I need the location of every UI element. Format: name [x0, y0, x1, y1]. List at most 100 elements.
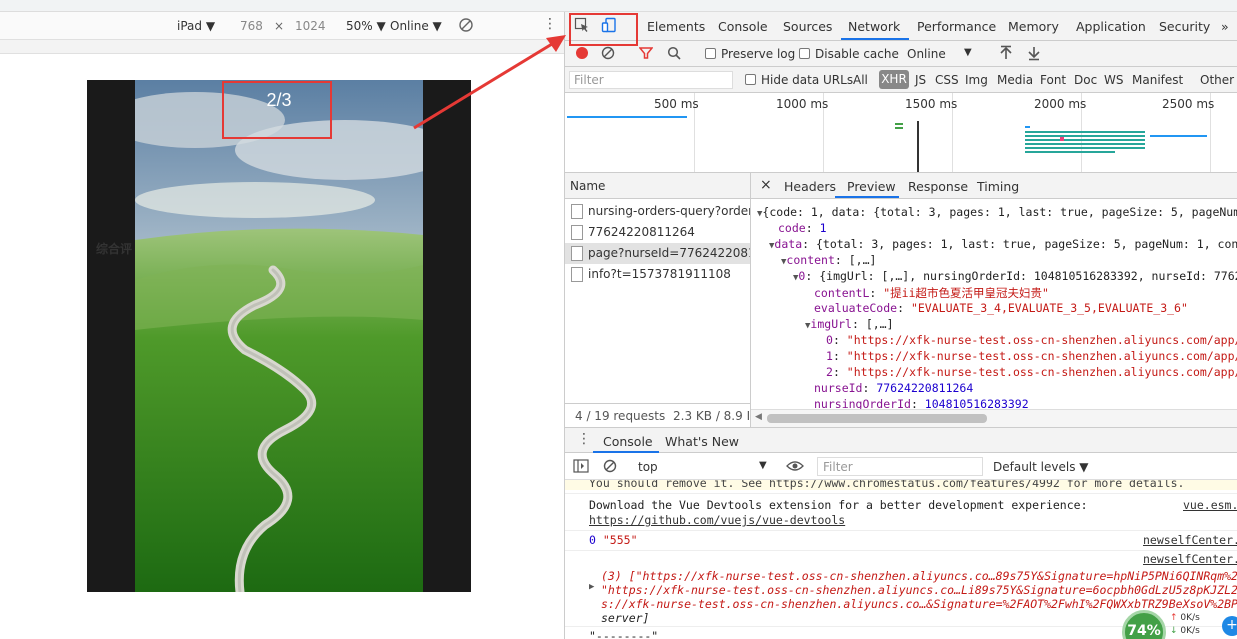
preview-tree-line[interactable]: ▼{code: 1, data: {total: 3, pages: 1, la…	[757, 205, 1237, 219]
network-throttle-select[interactable]: Online ▼	[390, 19, 442, 33]
import-har-icon[interactable]	[999, 45, 1013, 64]
speed-widget-rates: ↑ 0K/s ↓ 0K/s	[1170, 613, 1200, 636]
waterfall-bar	[567, 116, 687, 118]
tick-label: 2500 ms	[1162, 97, 1215, 111]
device-ruler	[0, 40, 564, 54]
preview-tree-line: 0: "https://xfk-nurse-test.oss-cn-shenzh…	[826, 333, 1237, 347]
filter-type-font[interactable]: Font	[1040, 73, 1066, 87]
throttle-select[interactable]: Online	[907, 47, 946, 61]
tick-label: 2000 ms	[1034, 97, 1087, 111]
request-row[interactable]: 77624220811264	[565, 222, 750, 243]
context-select[interactable]: top	[638, 460, 658, 474]
filter-type-ws[interactable]: WS	[1104, 73, 1123, 87]
summary-count: 4 / 19 requests	[575, 409, 666, 423]
requests-name-header[interactable]: Name	[565, 173, 751, 199]
waterfall-bar	[1025, 139, 1145, 141]
hide-data-urls-checkbox[interactable]: Hide data URLs	[745, 73, 853, 87]
export-har-icon[interactable]	[1027, 45, 1041, 64]
clear-console-icon[interactable]	[603, 459, 617, 476]
device-select[interactable]: iPad ▼	[177, 19, 215, 33]
filter-type-all[interactable]: All	[853, 73, 868, 87]
preview-tree-line[interactable]: ▼data: {total: 3, pages: 1, last: true, …	[769, 237, 1237, 251]
requests-summary: 4 / 19 requests 2.3 KB / 8.9 MB	[565, 403, 751, 427]
annotation-box-counter	[222, 81, 332, 139]
request-row[interactable]: page?nurseId=7762422081...	[565, 243, 750, 264]
preserve-log-checkbox[interactable]: Preserve log	[705, 47, 795, 61]
context-caret[interactable]: ▼	[759, 460, 767, 471]
tick-label: 500 ms	[654, 97, 699, 111]
active-tab-indicator	[841, 38, 909, 40]
scrollbar-thumb[interactable]	[767, 414, 987, 423]
file-icon	[571, 246, 583, 261]
filter-type-other[interactable]: Other	[1200, 73, 1234, 87]
preview-tree-line[interactable]: ▼0: {imgUrl: [,…], nursingOrderId: 10481…	[793, 269, 1237, 283]
source-link[interactable]: newselfCenter.v	[1143, 552, 1237, 566]
log-levels-select[interactable]: Default levels ▼	[993, 460, 1089, 474]
waterfall-bar	[1150, 135, 1207, 137]
clear-icon[interactable]	[601, 46, 615, 63]
response-preview-tree[interactable]: ▼{code: 1, data: {total: 3, pages: 1, la…	[751, 199, 1237, 409]
device-screen: 综合评 2/3	[87, 80, 471, 592]
device-height-input[interactable]: 1024	[295, 19, 326, 33]
tab-network[interactable]: Network	[848, 19, 900, 34]
request-row[interactable]: info?t=1573781911108	[565, 264, 750, 285]
request-row[interactable]: nursing-orders-query?order...	[565, 201, 750, 222]
network-filter-bar: Filter Hide data URLs All XHR JS CSS Img…	[565, 67, 1237, 93]
tab-response[interactable]: Response	[908, 179, 968, 194]
landscape-photo[interactable]: 2/3	[135, 80, 423, 592]
eye-icon[interactable]	[786, 459, 804, 476]
console-filter-input[interactable]: Filter	[817, 457, 983, 476]
filter-type-css[interactable]: CSS	[935, 73, 959, 87]
console-link[interactable]: https://github.com/vuejs/vue-devtools	[589, 513, 845, 527]
disable-cache-checkbox[interactable]: Disable cache	[799, 47, 899, 61]
filter-funnel-icon[interactable]	[638, 46, 654, 63]
source-link[interactable]: newselfCenter.v	[1143, 533, 1237, 547]
scroll-left-icon[interactable]: ◀	[755, 412, 762, 422]
preview-horizontal-scrollbar[interactable]: ◀	[751, 409, 1237, 427]
filter-type-js[interactable]: JS	[915, 73, 926, 87]
console-array-line: "https://xfk-nurse-test.oss-cn-shenzhen.…	[601, 583, 1237, 597]
tab-memory[interactable]: Memory	[1008, 19, 1059, 34]
network-toolbar: Preserve log Disable cache Online ▼	[565, 41, 1237, 67]
plus-icon[interactable]: +	[1222, 616, 1237, 636]
sidebar-toggle-icon[interactable]	[573, 459, 589, 476]
drawer-menu-icon[interactable]: ⋮	[577, 431, 591, 447]
preview-tree-line[interactable]: ▼imgUrl: [,…]	[805, 317, 894, 331]
console-array-line: (3) ["https://xfk-nurse-test.oss-cn-shen…	[601, 569, 1237, 583]
network-filter-input[interactable]: Filter	[569, 71, 733, 89]
tab-security[interactable]: Security	[1159, 19, 1210, 34]
console-warning: You should remove it. See https://www.ch…	[565, 480, 1237, 490]
record-icon[interactable]	[575, 46, 589, 63]
filter-type-media[interactable]: Media	[997, 73, 1033, 87]
network-timeline-overview[interactable]: 500 ms 1000 ms 1500 ms 2000 ms 2500 ms	[565, 93, 1237, 173]
filter-type-xhr[interactable]: XHR	[879, 70, 909, 89]
more-options-icon[interactable]: ⋮	[543, 16, 557, 32]
preview-tree-line: code: 1	[778, 221, 827, 235]
filter-type-doc[interactable]: Doc	[1074, 73, 1097, 87]
tab-sources[interactable]: Sources	[783, 19, 832, 34]
tab-application[interactable]: Application	[1076, 19, 1146, 34]
filter-type-manifest[interactable]: Manifest	[1132, 73, 1183, 87]
tab-whats-new[interactable]: What's New	[665, 434, 739, 449]
more-tabs-button[interactable]: »	[1221, 19, 1229, 34]
tab-preview[interactable]: Preview	[847, 179, 896, 194]
tab-performance[interactable]: Performance	[917, 19, 996, 34]
rotate-icon[interactable]	[458, 17, 474, 36]
tab-console-drawer[interactable]: Console	[603, 434, 653, 449]
search-icon[interactable]	[667, 46, 681, 63]
tab-console[interactable]: Console	[718, 19, 768, 34]
preview-tree-line: evaluateCode: "EVALUATE_3_4,EVALUATE_3_5…	[814, 301, 1188, 315]
tab-timing[interactable]: Timing	[977, 179, 1019, 194]
console-message: Download the Vue Devtools extension for …	[589, 498, 1088, 512]
device-toolbar: iPad ▼ 768 × 1024 50% ▼ Online ▼ ⋮	[0, 12, 564, 40]
device-width-input[interactable]: 768	[240, 19, 263, 33]
preview-tree-line[interactable]: ▼content: [,…]	[781, 253, 876, 267]
throttle-caret[interactable]: ▼	[964, 47, 972, 58]
source-link[interactable]: vue.esm.j	[1183, 498, 1237, 512]
filter-type-img[interactable]: Img	[965, 73, 988, 87]
tab-headers[interactable]: Headers	[784, 179, 836, 194]
zoom-select[interactable]: 50% ▼	[346, 19, 386, 33]
tab-elements[interactable]: Elements	[647, 19, 705, 34]
expand-triangle-icon[interactable]: ▶	[589, 582, 594, 592]
close-detail-icon[interactable]: ×	[760, 177, 772, 193]
